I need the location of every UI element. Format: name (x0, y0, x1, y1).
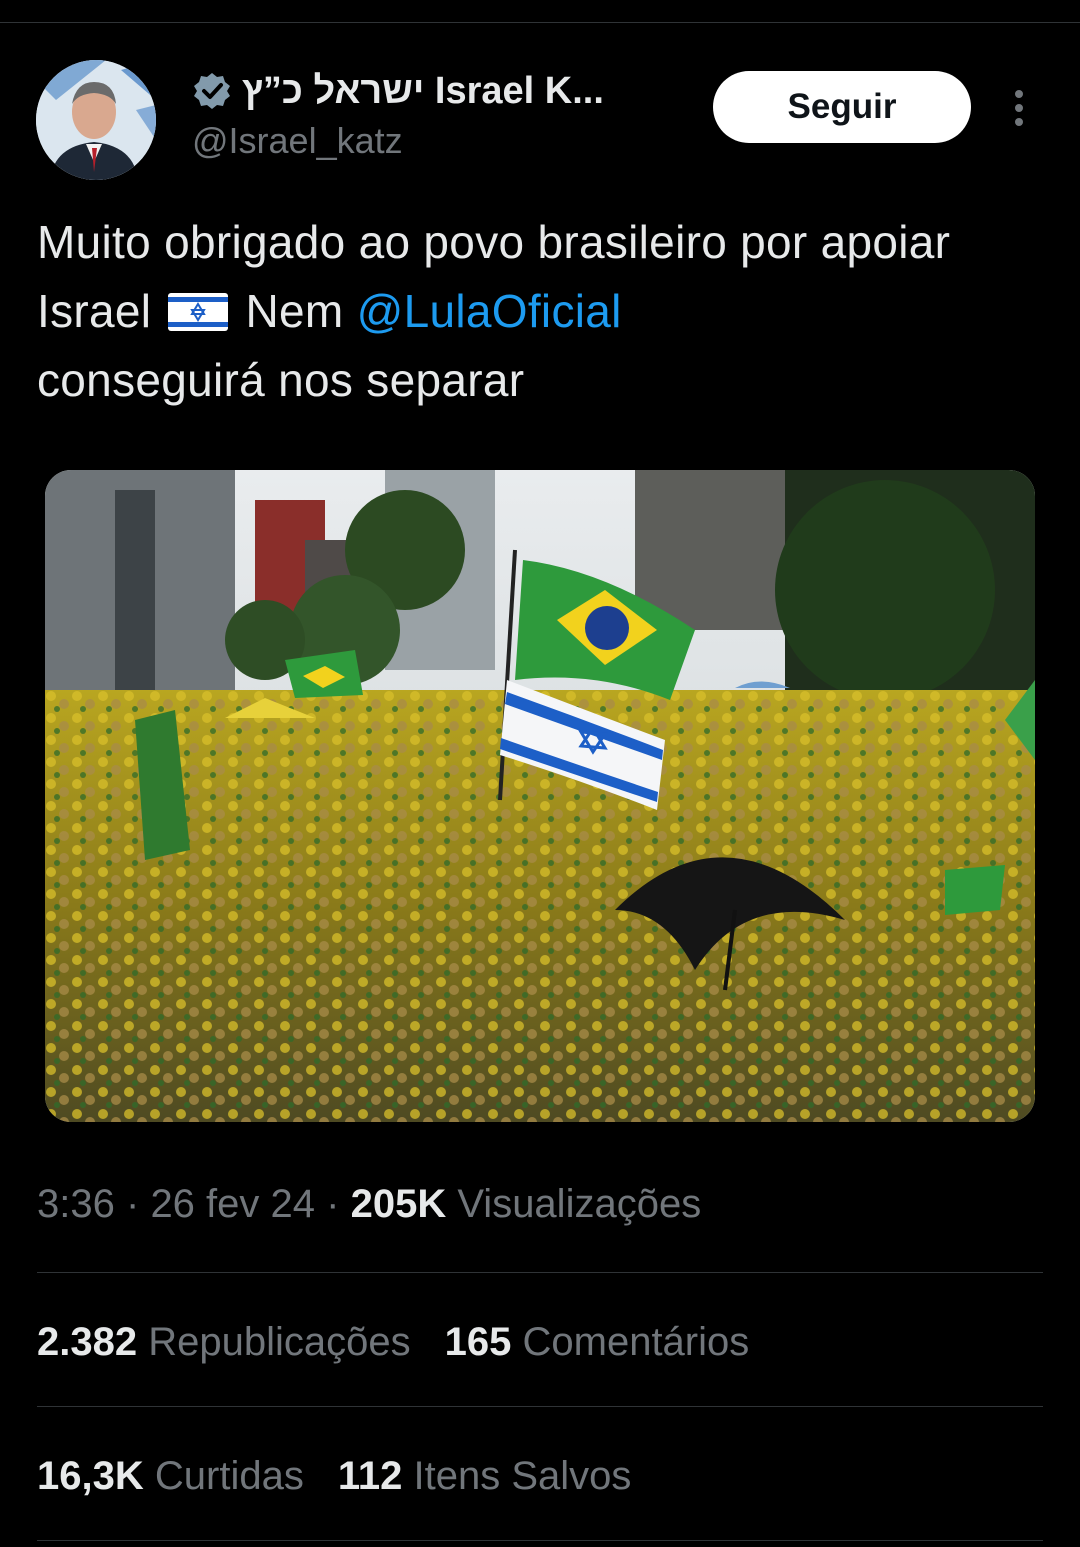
comments-stat[interactable]: 165 Comentários (445, 1320, 750, 1364)
tweet-media-photo[interactable] (45, 470, 1035, 1122)
israel-flag-emoji-icon (168, 293, 229, 331)
follow-button[interactable]: Seguir (713, 71, 971, 143)
views-label: Visualizações (457, 1182, 702, 1226)
stats-row-2: 16,3K Curtidas 112 Itens Salvos (37, 1454, 631, 1499)
divider (37, 1406, 1043, 1407)
meta-separator: · (125, 1182, 140, 1226)
tweet-meta: 3:36 · 26 fev 24 · 205K Visualizações (37, 1182, 701, 1227)
likes-label: Curtidas (154, 1454, 304, 1498)
tweet-text-part3: conseguirá nos separar (37, 354, 525, 406)
avatar[interactable] (36, 60, 156, 180)
reposts-stat[interactable]: 2.382 Republicações (37, 1320, 411, 1364)
saves-label: Itens Salvos (413, 1454, 632, 1498)
author-display-name[interactable]: ישראל כ”ץ Israel K... (242, 70, 604, 113)
avatar-image (36, 60, 156, 180)
divider (37, 1540, 1043, 1541)
saves-count: 112 (337, 1454, 403, 1498)
likes-count: 16,3K (37, 1454, 144, 1498)
reposts-count: 2.382 (37, 1320, 138, 1364)
more-options-icon[interactable] (1004, 86, 1034, 130)
author-names: ישראל כ”ץ Israel K... @Israel_katz (192, 68, 604, 162)
comments-label: Comentários (522, 1320, 750, 1364)
tweet-text: Muito obrigado ao povo brasileiro por ap… (37, 208, 1047, 415)
tweet-text-part2: Nem (245, 285, 344, 337)
views-count: 205K (350, 1182, 447, 1226)
saves-stat[interactable]: 112 Itens Salvos (338, 1454, 632, 1498)
rally-crowd-image (45, 470, 1035, 1122)
verified-badge-icon (194, 73, 230, 109)
comments-count: 165 (444, 1320, 512, 1364)
top-divider (0, 22, 1080, 23)
tweet-header: ישראל כ”ץ Israel K... @Israel_katz Segui… (36, 58, 1046, 182)
mention-link[interactable]: @LulaOficial (357, 285, 622, 337)
divider (37, 1272, 1043, 1273)
meta-separator: · (326, 1182, 340, 1226)
tweet-time[interactable]: 3:36 (37, 1182, 115, 1226)
tweet-date[interactable]: 26 fev 24 (150, 1182, 315, 1226)
author-handle[interactable]: @Israel_katz (192, 120, 604, 162)
stats-row-1: 2.382 Republicações 165 Comentários (37, 1320, 749, 1365)
reposts-label: Republicações (148, 1320, 411, 1364)
likes-stat[interactable]: 16,3K Curtidas (37, 1454, 304, 1498)
